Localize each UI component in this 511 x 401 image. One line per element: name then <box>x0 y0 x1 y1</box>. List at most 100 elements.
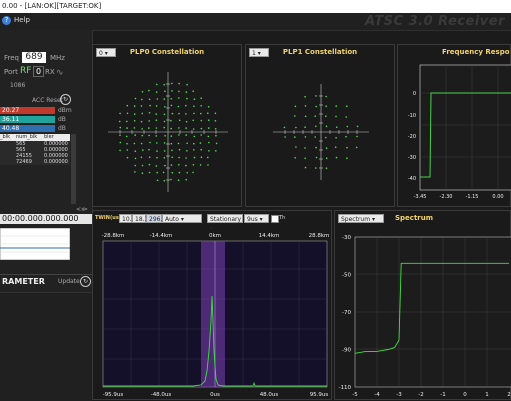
constellation-point <box>155 105 158 107</box>
constellation-point <box>126 112 129 115</box>
constellation-point <box>207 135 210 138</box>
update-button[interactable]: ↻ <box>80 276 91 287</box>
mini-chart <box>0 228 70 260</box>
constellation-point <box>119 112 121 115</box>
constellation-point <box>208 150 210 152</box>
port-rf[interactable]: RF <box>20 66 31 76</box>
constellation-point <box>178 148 181 151</box>
table-header-cell: bler <box>44 134 54 140</box>
constellation-point <box>156 98 159 100</box>
freq-response-chart: 0 -10 -20 -30 -40 -3.45 -2.30 -1.15 0.00 <box>408 64 511 200</box>
constellation-point <box>178 112 180 115</box>
freq-unit: MHz <box>50 54 65 62</box>
spectrum-chart: -30 -50 -70 -90 -110 -5 -4 -3 -2 -1 0 1 2 <box>339 235 511 398</box>
constellation-point <box>178 164 180 166</box>
constellation-point <box>164 90 166 92</box>
constellation-point <box>178 156 180 159</box>
constellation-point <box>207 164 209 166</box>
constellation-point <box>192 128 195 130</box>
constellation-point <box>156 150 158 152</box>
constellation-point <box>178 90 180 93</box>
impulse-bottom-tick: 95.9us <box>310 392 329 398</box>
constellation-point <box>295 126 297 129</box>
constellation-point <box>193 105 195 107</box>
constellation-point <box>325 136 327 139</box>
acc-reset-button[interactable]: ↻ <box>60 94 71 105</box>
constellation-point <box>119 134 121 137</box>
constellation-point <box>155 91 158 93</box>
constellation-point <box>315 95 317 97</box>
constellation-point <box>193 149 195 151</box>
constellation-point <box>149 141 151 144</box>
small-label: 1086 <box>10 82 26 89</box>
bler-table: _blk num_blk bler 565 0.000000 565 0.000… <box>0 134 70 165</box>
constellation-point <box>163 120 166 123</box>
constellation-point <box>325 105 327 107</box>
impulse-top-tick: -28.8km <box>102 233 125 239</box>
constellation-point <box>163 180 166 182</box>
fr-xtick: -1.15 <box>466 194 479 200</box>
constellation-point <box>133 142 136 145</box>
constellation-point <box>200 97 202 99</box>
constellation-point <box>141 91 144 93</box>
fr-ytick: -30 <box>408 155 416 161</box>
constellation-point <box>126 104 129 107</box>
constellation-point <box>208 127 210 129</box>
fr-ytick: -40 <box>408 176 416 182</box>
constellation-point <box>325 125 328 128</box>
constellation-point <box>186 150 188 152</box>
constellation-point <box>200 127 203 130</box>
constellation-point <box>208 141 210 144</box>
constellation-point <box>295 146 297 148</box>
constellation-point <box>356 135 358 138</box>
wave-icon: ∿ <box>56 68 64 78</box>
constellation-point <box>186 172 188 174</box>
constellation-point <box>149 104 151 107</box>
panel-collapse-arrows[interactable]: » <box>81 206 85 213</box>
constellation-point <box>163 113 166 116</box>
constellation-point <box>170 142 173 145</box>
constellation-point <box>200 105 202 107</box>
constellation-point <box>325 157 328 159</box>
constellation-point <box>315 105 317 108</box>
impulse-panel: TWIN(us) 10.1 18.1 296.3 Auto ▾ Stationa… <box>92 210 332 400</box>
constellation-point <box>200 119 203 122</box>
spectrum-xtick: -3 <box>396 392 402 398</box>
constellation-point <box>133 120 136 122</box>
constellation-point <box>140 105 143 107</box>
constellation-point <box>170 164 173 166</box>
constellation-point <box>133 127 136 129</box>
meter-mer: 40.48 <box>0 125 55 132</box>
window-title: 0.00 - [LAN:OK][TARGET:OK] <box>2 2 102 10</box>
meter-snr: 36.11 <box>0 116 55 123</box>
meter-row: 36.11 dB <box>0 116 92 124</box>
constellation-point <box>134 134 136 136</box>
spectrum-ytick: -50 <box>342 273 351 279</box>
constellation-point <box>304 115 307 118</box>
meter-list: 20.27 dBm 36.11 dB 40.48 dB <box>0 107 92 133</box>
constellation-point <box>304 147 306 149</box>
constellation-point <box>171 156 173 159</box>
table-scrollbar[interactable] <box>71 134 76 204</box>
constellation-point <box>193 156 196 159</box>
constellation-point <box>294 157 296 159</box>
constellation-point <box>126 120 128 123</box>
plp0-panel: 0 ▾ PLP0 Constellation <box>92 44 242 207</box>
constellation-point <box>155 113 157 115</box>
constellation-point <box>148 120 150 122</box>
fr-ytick: -20 <box>408 134 416 140</box>
spectrum-xtick: -2 <box>418 392 423 398</box>
constellation-point <box>134 171 136 173</box>
constellation-point <box>185 127 187 129</box>
constellation-point <box>214 128 217 130</box>
constellation-point <box>200 148 202 151</box>
constellation-point <box>163 157 166 159</box>
port-num[interactable]: 0 <box>33 66 45 77</box>
freq-input[interactable]: 689 <box>22 52 46 63</box>
constellation-point <box>156 171 158 174</box>
impulse-top-tick: 14.4km <box>259 233 280 239</box>
constellation-point <box>163 150 166 152</box>
help-menu[interactable]: Help <box>14 16 30 24</box>
meter-row: 20.27 dBm <box>0 107 92 115</box>
brand-title: ATSC 3.0 Receiver <box>364 14 505 29</box>
